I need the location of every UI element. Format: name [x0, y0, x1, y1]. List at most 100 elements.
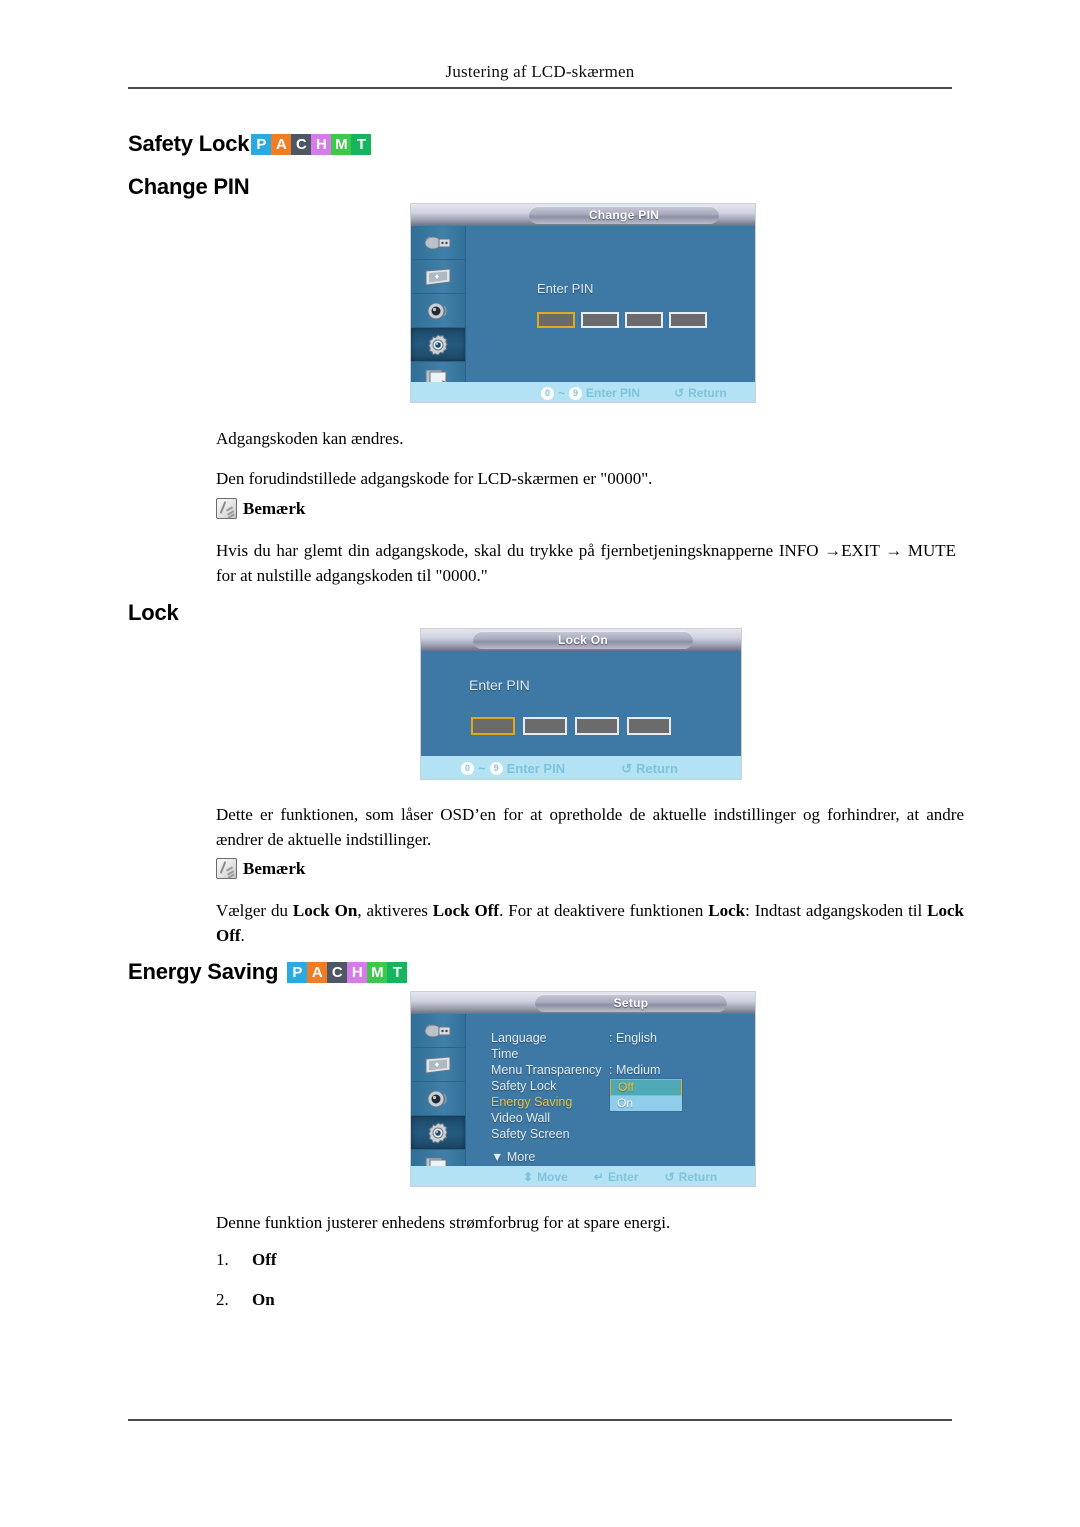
page-canvas: Justering af LCD-skærmen Safety Lock PAC…	[0, 0, 1080, 1527]
footer-enter-pin: 0 ~ 9 Enter PIN	[461, 761, 565, 776]
osd-sidebar	[411, 1014, 466, 1186]
enter-pin-label: Enter PIN	[469, 677, 530, 693]
footer-return: ↺ Return	[674, 386, 727, 400]
pachmt-pill-h: H	[311, 133, 332, 155]
return-icon: ↺	[621, 760, 633, 776]
page-title-safety-lock: Safety Lock PACHMT	[128, 131, 372, 157]
pin-box-1[interactable]	[537, 312, 575, 328]
note-block-change-pin: Bemærk	[216, 498, 305, 519]
osd-sidebar-item-input[interactable]	[411, 1014, 465, 1048]
input-icon	[423, 1021, 453, 1041]
osd-sidebar-item-setup[interactable]	[411, 328, 465, 362]
osd-sidebar-item-setup[interactable]	[411, 1116, 465, 1150]
return-icon: ↺	[674, 386, 685, 400]
footer-enter-label: Enter	[607, 1170, 639, 1184]
list-item-value: On	[252, 1290, 275, 1309]
energy-saving-options-list: 1. Off 2. On	[216, 1250, 277, 1330]
lock-p2-pre: Vælger du	[216, 901, 293, 920]
osd-sidebar-item-sound[interactable]	[411, 294, 465, 328]
energy-saving-dropdown[interactable]: Off On	[609, 1078, 683, 1112]
sound-icon	[424, 301, 452, 321]
key-0-icon: 0	[541, 386, 554, 400]
header-rule	[128, 87, 952, 89]
footer-return: ↺ Return	[621, 761, 678, 777]
footer-move-label: Move	[537, 1170, 568, 1184]
note-pen-icon	[216, 498, 237, 519]
osd-screenshot-setup: Setup Language: English Time Menu Trans…	[410, 991, 756, 1187]
pin-box-3[interactable]	[575, 717, 619, 735]
setup-menu-row[interactable]: Safety Screen	[491, 1126, 701, 1142]
osd-body: Enter PIN 0 ~ 9 Enter PIN ↺ Return	[411, 226, 755, 402]
key-0-icon: 0	[461, 762, 474, 775]
note-pen-icon	[216, 858, 237, 879]
setup-menu-item-value	[609, 1126, 701, 1142]
pin-entry-boxes[interactable]	[537, 312, 713, 328]
setup-menu-row[interactable]: Language: English	[491, 1030, 701, 1046]
lock-heading-text: Lock	[128, 600, 179, 625]
setup-more-row[interactable]: ▼ More	[491, 1150, 535, 1164]
setup-menu-item-label: Safety Screen	[491, 1127, 570, 1141]
setup-menu-row[interactable]: Time	[491, 1046, 701, 1062]
note-label: Bemærk	[243, 858, 306, 878]
osd-title: Change PIN	[529, 206, 719, 224]
dropdown-option-off[interactable]: Off	[610, 1079, 682, 1096]
pachmt-pill-a: A	[307, 961, 328, 983]
setup-menu-item-label: Language	[491, 1031, 547, 1045]
setup-menu-item-value	[609, 1046, 701, 1062]
setup-menu-row[interactable]: Video Wall	[491, 1110, 701, 1126]
list-item: 1. Off	[216, 1250, 277, 1290]
osd-content: Language: English Time Menu Transparency : …	[465, 1014, 755, 1186]
pin-box-3[interactable]	[625, 312, 663, 328]
list-item-number: 2.	[216, 1290, 229, 1309]
pin-box-4[interactable]	[627, 717, 671, 735]
footer-enter-pin-label: Enter PIN	[586, 386, 641, 400]
pin-box-1[interactable]	[471, 717, 515, 735]
change-pin-paragraph-1: Adgangskoden kan ændres.	[216, 429, 404, 448]
pachmt-pill-m: M	[331, 133, 352, 155]
dropdown-option-on[interactable]: On	[610, 1096, 682, 1111]
osd-title: Setup	[535, 994, 727, 1012]
setup-menu-item-value	[609, 1110, 701, 1126]
lock-p2-mid3: : Indtast adgangskoden til	[745, 901, 928, 920]
setup-menu-item-label: Time	[491, 1047, 519, 1061]
key-range-separator: ~	[478, 761, 486, 776]
setup-menu-row[interactable]: Menu Transparency : Medium	[491, 1062, 701, 1078]
osd-titlebar: Change PIN	[411, 204, 755, 226]
footer-enter-pin-label: Enter PIN	[506, 761, 566, 776]
section-heading-change-pin: Change PIN	[128, 174, 250, 200]
pin-entry-boxes[interactable]	[471, 717, 677, 735]
change-pin-paragraph-3: Hvis du har glemt din adgangskode, skal …	[216, 541, 956, 585]
lock-p2-bold-lock-off: Lock Off	[432, 901, 500, 920]
pin-box-4[interactable]	[669, 312, 707, 328]
setup-gear-icon	[425, 333, 451, 357]
energy-saving-heading-text: Energy Saving	[128, 959, 279, 984]
pin-box-2[interactable]	[523, 717, 567, 735]
setup-gear-icon	[425, 1121, 451, 1145]
footer-enter-pin: 0 ~ 9 Enter PIN	[541, 386, 640, 400]
enter-pin-label: Enter PIN	[537, 281, 594, 296]
osd-sidebar-item-picture[interactable]	[411, 260, 465, 294]
osd-titlebar: Setup	[411, 992, 755, 1014]
section-heading-energy-saving: Energy Saving PACHMT	[128, 959, 408, 985]
return-icon: ↺	[664, 1170, 675, 1184]
osd-sidebar-item-input[interactable]	[411, 226, 465, 260]
picture-icon	[423, 267, 453, 287]
pachmt-pill-p: P	[287, 961, 308, 983]
setup-menu-item-value: : Medium	[609, 1063, 661, 1077]
osd-body: Language: English Time Menu Transparency : …	[411, 1014, 755, 1186]
list-item-value: Off	[252, 1250, 277, 1269]
list-item: 2. On	[216, 1290, 277, 1330]
pachmt-pill-t: T	[387, 961, 408, 983]
change-pin-heading-text: Change PIN	[128, 174, 250, 199]
osd-footer: 0 ~ 9 Enter PIN ↺ Return	[411, 382, 755, 402]
pachmt-pill-c: C	[291, 133, 312, 155]
pin-box-2[interactable]	[581, 312, 619, 328]
footer-return-label: Return	[636, 761, 678, 776]
setup-more-label: More	[506, 1150, 536, 1164]
key-9-icon: 9	[489, 762, 503, 775]
running-head: Justering af LCD-skærmen	[445, 62, 635, 81]
energy-saving-paragraph-1: Denne funktion justerer enhedens strømfo…	[216, 1213, 671, 1232]
osd-sidebar-item-sound[interactable]	[411, 1082, 465, 1116]
osd-sidebar-item-picture[interactable]	[411, 1048, 465, 1082]
setup-menu-item-label: Menu Transparency	[491, 1063, 602, 1077]
